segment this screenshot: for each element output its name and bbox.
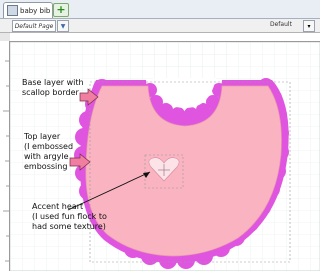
annotation-line: had some texture) [32,222,106,231]
design-canvas[interactable]: Base layer with scallop border Top layer… [10,42,320,271]
tab-baby-bib[interactable]: baby bib [3,2,53,18]
annotation-line: Base layer with [22,78,84,87]
annotation-line: Top layer [24,132,61,141]
left-ruler [0,41,10,271]
page-dropdown-button[interactable]: ▼ [57,20,69,32]
annotation-line: (I used fun flock to [32,212,107,221]
tab-bar: baby bib + [0,0,320,19]
annotation-base-layer: Base layer with scallop border [22,78,84,98]
annotation-line: embossing [24,162,68,171]
chevron-down-icon: ▾ [307,22,311,30]
page-label: Default Page [14,22,54,30]
annotation-line: scallop border [22,88,79,97]
tab-label: baby bib [20,6,51,15]
annotation-top-layer: Top layer (I embossed with argyle emboss… [24,132,73,172]
left-ruler-ticks [3,60,9,262]
annotation-line: (I embossed [24,142,74,151]
add-tab-button[interactable]: + [53,3,69,17]
page-selector[interactable]: Default Page [12,20,56,32]
app-window: baby bib + Default Page ▼ Default ▾ Base… [0,0,320,271]
page-icon [7,5,18,16]
annotation-line: with argyle [24,152,69,161]
default-dropdown-button[interactable]: ▾ [303,20,315,32]
annotation-line: Accent heart [32,202,84,211]
arrow-icon: ▼ [60,22,66,30]
annotation-accent-heart: Accent heart (I used fun flock to had so… [32,202,107,232]
plus-icon: + [56,3,66,16]
top-ruler [10,33,320,48]
page-default-label: Default [270,21,292,28]
page-toolbar: Default Page ▼ Default ▾ [0,19,320,33]
